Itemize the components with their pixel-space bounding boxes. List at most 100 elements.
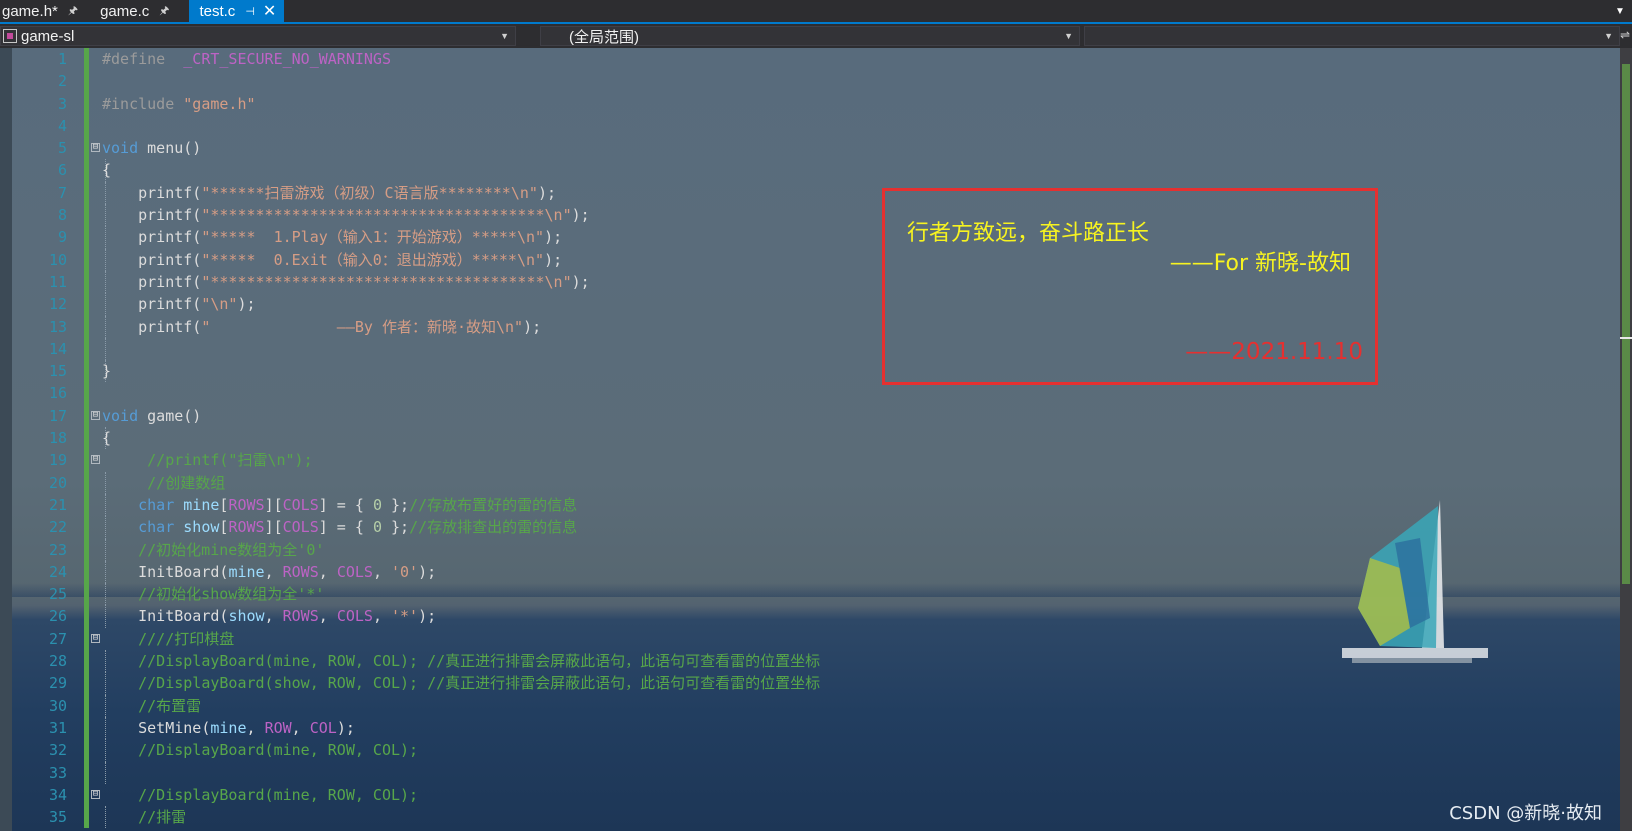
code-token: void [102, 139, 139, 158]
code-line[interactable]: 6{ [0, 159, 1620, 182]
code-line[interactable]: 21 char mine[ROWS][COLS] = { 0 };//存放布置好… [0, 493, 1620, 517]
code-line[interactable]: 1 #define _CRT_SECURE_NO_WARNINGS [0, 48, 1620, 71]
code-line[interactable]: 23 //初始化mine数组为全'0' [0, 538, 1620, 561]
change-indicator [84, 159, 89, 182]
code-text[interactable]: SetMine(mine, ROW, COL); [102, 717, 355, 739]
code-line[interactable]: 27 ⊟ ////打印棋盘 [0, 627, 1620, 651]
code-line[interactable]: 25 //初始化show数组为全'*' [0, 583, 1620, 606]
project-icon [3, 29, 17, 43]
code-text[interactable]: printf("********************************… [102, 271, 590, 293]
annotation-box: 行者方致远，奋斗路正长 ——For 新晓-故知 ——2021.11.10 [882, 188, 1378, 385]
code-lines[interactable]: 1 #define _CRT_SECURE_NO_WARNINGS 2 3 #inclu… [0, 48, 1620, 829]
code-text[interactable]: //DisplayBoard(mine, ROW, COL); //真正进行排雷… [102, 650, 820, 672]
code-text[interactable]: { [102, 159, 111, 181]
code-line[interactable]: 31 SetMine(mine, ROW, COL); [0, 716, 1620, 740]
code-line[interactable]: 19 ⊟ //printf("扫雷\n"); [0, 449, 1620, 472]
code-token: game() [138, 406, 202, 425]
code-text[interactable]: printf("***** 1.Play（输入1：开始游戏）*****\n"); [102, 226, 562, 248]
code-token: , [291, 718, 310, 737]
code-line[interactable]: 17 ⊟ void game() [0, 404, 1620, 428]
vertical-scrollbar[interactable] [1620, 48, 1632, 831]
code-token: ); [237, 295, 256, 314]
code-line[interactable]: 22 char show[ROWS][COLS] = { 0 };//存放排查出… [0, 516, 1620, 539]
code-text[interactable]: #include "game.h" [102, 93, 256, 115]
code-editor[interactable]: 1 #define _CRT_SECURE_NO_WARNINGS 2 3 #inclu… [0, 48, 1620, 831]
code-token: printf( [102, 228, 202, 247]
pin-icon[interactable]: 🖈 [68, 2, 78, 21]
member-dropdown[interactable]: ▼ [1084, 26, 1620, 46]
code-text[interactable]: printf(" ——By 作者：新晓·故知\n"); [102, 316, 541, 338]
code-text[interactable]: printf("******扫雷游戏（初级）C语言版********\n"); [102, 182, 556, 204]
line-number: 12 [48, 295, 67, 314]
annotation-signature: ——For 新晓-故知 [1169, 251, 1351, 276]
code-text[interactable]: //初始化mine数组为全'0' [102, 539, 324, 561]
code-line[interactable]: 26 InitBoard(show, ROWS, COLS, '*'); [0, 605, 1620, 628]
code-text[interactable]: InitBoard(mine, ROWS, COLS, '0'); [102, 561, 436, 583]
code-text[interactable]: //创建数组 [102, 472, 225, 494]
code-text[interactable]: //排雷 [102, 806, 186, 828]
code-token: //初始化show数组为全'*' [102, 585, 325, 604]
code-line[interactable]: 16 [0, 382, 1620, 405]
code-line[interactable]: 29 //DisplayBoard(show, ROW, COL); //真正进… [0, 672, 1620, 695]
code-text[interactable]: } [102, 360, 111, 382]
project-dropdown[interactable]: game-sl ▼ [0, 26, 516, 46]
chevron-down-icon: ▼ [500, 31, 509, 41]
tab-overflow-chevron-down-icon[interactable]: ▼ [1608, 0, 1632, 22]
code-line[interactable]: 28 //DisplayBoard(mine, ROW, COL); //真正进… [0, 650, 1620, 673]
code-line[interactable]: 2 [0, 70, 1620, 93]
code-text[interactable]: printf("********************************… [102, 204, 590, 226]
code-text[interactable]: //DisplayBoard(show, ROW, COL); //真正进行排雷… [102, 672, 820, 694]
tab-game-c[interactable]: game.c 🖈 [98, 0, 189, 22]
code-text[interactable]: //布置雷 [102, 695, 201, 717]
code-line[interactable]: 3 #include "game.h" [0, 92, 1620, 115]
code-text[interactable]: #define _CRT_SECURE_NO_WARNINGS [102, 48, 391, 70]
code-line[interactable]: 35 //排雷 [0, 806, 1620, 829]
fold-toggle-icon[interactable]: ⊟ [91, 633, 100, 643]
change-indicator [84, 538, 89, 561]
code-line[interactable]: 24 InitBoard(mine, ROWS, COLS, '0'); [0, 560, 1620, 584]
pin-icon[interactable]: ⊣ [245, 5, 255, 18]
change-indicator [84, 293, 89, 316]
code-line[interactable]: 30 //布置雷 [0, 694, 1620, 717]
code-line[interactable]: 4 [0, 114, 1620, 138]
code-text[interactable]: InitBoard(show, ROWS, COLS, '*'); [102, 605, 436, 627]
code-text[interactable]: printf("\n"); [102, 293, 256, 315]
scope-dropdown[interactable]: (全局范围) ▼ [540, 26, 1080, 46]
tab-game-h[interactable]: game.h* 🖈 [0, 0, 98, 22]
tab-test-c[interactable]: test.c ⊣ ✕ [189, 0, 285, 22]
code-token: //printf("扫雷\n"); [102, 451, 313, 470]
code-line[interactable]: 20 //创建数组 [0, 471, 1620, 494]
code-line[interactable]: 34 ⊟ //DisplayBoard(mine, ROW, COL); [0, 783, 1620, 807]
code-token: ); [571, 206, 590, 225]
change-indicator [84, 48, 89, 71]
code-token: //DisplayBoard(show, ROW, COL); //真正进行排雷… [102, 674, 821, 693]
line-number: 18 [48, 429, 67, 448]
split-window-icon[interactable]: ⇌ [1620, 28, 1630, 42]
code-text[interactable]: { [102, 427, 111, 449]
fold-toggle-icon[interactable]: ⊟ [91, 143, 100, 153]
scrollbar-caret-marker [1620, 337, 1632, 339]
pin-icon[interactable]: 🖈 [159, 2, 169, 21]
scrollbar-thumb[interactable] [1622, 64, 1630, 584]
code-text[interactable]: //初始化show数组为全'*' [102, 583, 324, 605]
code-line[interactable]: 33 [0, 761, 1620, 784]
code-text[interactable]: printf("***** 0.Exit（输入0：退出游戏）*****\n"); [102, 249, 562, 271]
code-text[interactable]: char mine[ROWS][COLS] = { 0 };//存放布置好的雷的… [102, 494, 577, 516]
code-text[interactable]: //printf("扫雷\n"); [102, 449, 313, 471]
code-line[interactable]: 5 ⊟ void menu() [0, 137, 1620, 160]
code-text[interactable]: //DisplayBoard(mine, ROW, COL); [102, 739, 418, 761]
code-text[interactable]: void menu() [102, 137, 201, 159]
code-line[interactable]: 18 { [0, 427, 1620, 450]
code-line[interactable]: 32 //DisplayBoard(mine, ROW, COL); [0, 739, 1620, 762]
code-text[interactable]: void game() [102, 405, 201, 427]
fold-toggle-icon[interactable]: ⊟ [91, 410, 100, 420]
fold-toggle-icon[interactable]: ⊟ [91, 455, 100, 465]
code-token: ROWS [282, 607, 319, 626]
code-text[interactable]: //DisplayBoard(mine, ROW, COL); [102, 784, 418, 806]
code-token: , [318, 562, 337, 581]
code-text[interactable]: char show[ROWS][COLS] = { 0 };//存放排查出的雷的… [102, 516, 577, 538]
close-icon[interactable]: ✕ [263, 1, 276, 21]
code-token: COLS [336, 607, 373, 626]
code-text[interactable]: ////打印棋盘 [102, 628, 234, 650]
fold-toggle-icon[interactable]: ⊟ [91, 789, 100, 799]
